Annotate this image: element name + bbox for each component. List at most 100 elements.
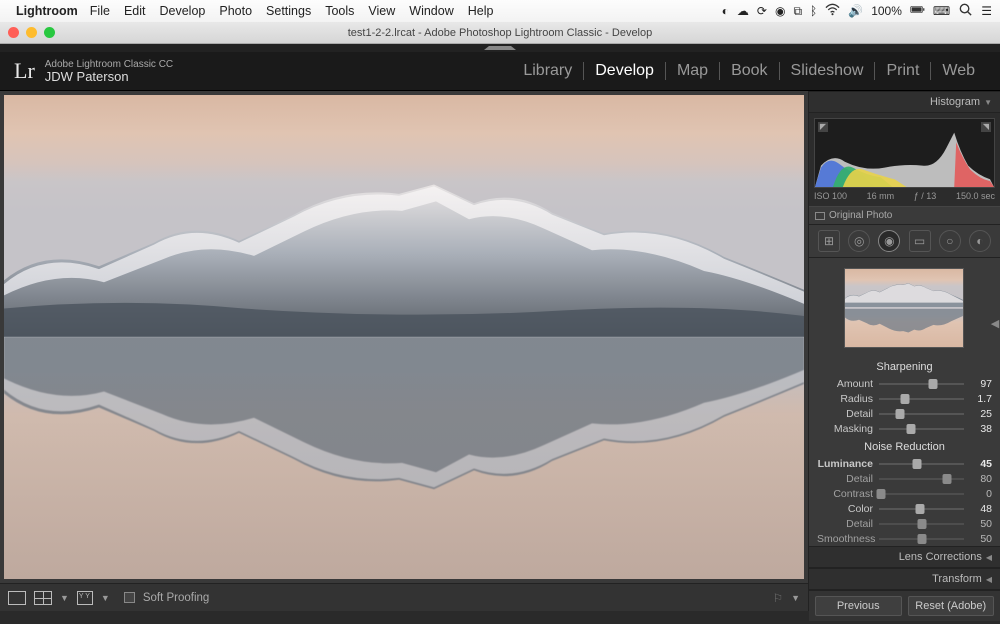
- nr-lum-detail-slider[interactable]: [879, 474, 964, 484]
- menu-settings[interactable]: Settings: [266, 4, 311, 18]
- sharpening-masking-slider[interactable]: [879, 424, 964, 434]
- window-title: test1-2-2.lrcat - Adobe Photoshop Lightr…: [348, 27, 653, 39]
- module-map[interactable]: Map: [666, 62, 720, 80]
- menu-file[interactable]: File: [90, 4, 110, 18]
- sharpening-radius-slider[interactable]: [879, 394, 964, 404]
- sharpening-amount-slider[interactable]: [879, 379, 964, 389]
- sharpening-radius-row: Radius1.7: [809, 391, 1000, 406]
- nr-luminance-slider[interactable]: [879, 459, 964, 469]
- menu-window[interactable]: Window: [409, 4, 453, 18]
- menubar-battery-icon[interactable]: [910, 2, 925, 20]
- sharpening-amount-row: Amount97: [809, 376, 1000, 391]
- spot-removal-tool-button[interactable]: ◎: [848, 230, 870, 252]
- lens-corrections-panel-header[interactable]: Lens Corrections◀: [809, 546, 1000, 568]
- sharpening-detail-slider[interactable]: [879, 409, 964, 419]
- identity-plate-line2: JDW Paterson: [45, 71, 173, 83]
- nr-color-detail-slider[interactable]: [879, 519, 964, 529]
- menubar-dnd-icon[interactable]: ◐: [722, 4, 729, 18]
- right-panel-toggle[interactable]: ◀: [990, 312, 1000, 334]
- menu-develop[interactable]: Develop: [160, 4, 206, 18]
- module-print[interactable]: Print: [875, 62, 931, 80]
- nr-color-detail-label: Detail: [817, 518, 873, 530]
- window-controls: [8, 27, 55, 38]
- develop-canvas-area: ▼ Y Y ▼ Soft Proofing ⚐ ▼: [0, 91, 808, 611]
- highlight-clipping-toggle[interactable]: ◥: [981, 122, 991, 132]
- loupe-view-button[interactable]: [8, 591, 26, 605]
- module-web[interactable]: Web: [931, 62, 986, 80]
- menubar-cloud-icon[interactable]: ☁: [737, 4, 749, 18]
- menubar-volume-icon[interactable]: 🔊: [848, 4, 863, 18]
- before-after-view-button[interactable]: [34, 591, 52, 605]
- nr-smoothness-slider[interactable]: [879, 534, 964, 544]
- toolbar-flag-icon[interactable]: ⚐: [773, 591, 783, 605]
- sharpening-detail-value[interactable]: 25: [970, 408, 992, 420]
- detail-preview-thumbnail[interactable]: [844, 268, 964, 348]
- transform-panel-header[interactable]: Transform◀: [809, 568, 1000, 590]
- nr-luminance-row: Luminance45: [809, 456, 1000, 471]
- before-after-options-chevron[interactable]: ▼: [60, 593, 69, 603]
- nr-color-value[interactable]: 48: [970, 503, 992, 515]
- nr-lum-contrast-row: Contrast0: [809, 486, 1000, 501]
- menubar-shield-icon[interactable]: ◉: [775, 4, 785, 18]
- original-photo-toggle[interactable]: Original Photo: [809, 206, 1000, 224]
- crop-tool-button[interactable]: ⊞: [818, 230, 840, 252]
- sharpening-masking-value[interactable]: 38: [970, 423, 992, 435]
- menubar-bluetooth-icon[interactable]: ᛒ: [810, 4, 817, 18]
- menubar-dropbox-icon[interactable]: ⧉: [793, 4, 802, 19]
- menubar-keyboard-icon[interactable]: ⌨: [933, 4, 950, 18]
- menubar-search-icon[interactable]: [958, 2, 973, 20]
- identity-plate[interactable]: Adobe Lightroom Classic CC JDW Paterson: [45, 59, 173, 83]
- adjustment-brush-button[interactable]: ◐: [969, 230, 991, 252]
- menubar-battery-percent: 100%: [871, 4, 902, 18]
- previous-button[interactable]: Previous: [815, 596, 902, 616]
- detail-preview-area: [809, 258, 1000, 356]
- histogram-panel-header[interactable]: Histogram▼: [809, 91, 1000, 113]
- soft-proofing-label: Soft Proofing: [143, 592, 209, 604]
- nr-color-row: Color48: [809, 501, 1000, 516]
- develop-footer-buttons: Previous Reset (Adobe): [809, 590, 1000, 621]
- toolbar-options-chevron[interactable]: ▼: [791, 593, 800, 603]
- main-photo[interactable]: [4, 95, 804, 579]
- window-minimize-button[interactable]: [26, 27, 37, 38]
- module-develop[interactable]: Develop: [584, 62, 666, 80]
- nr-lum-contrast-slider[interactable]: [879, 489, 964, 499]
- sharpening-detail-row: Detail25: [809, 406, 1000, 421]
- reference-view-button[interactable]: Y Y: [77, 591, 93, 605]
- histogram-panel: ◤ ◥ ISO 100 16 mm ƒ / 13 150.0 sec: [809, 113, 1000, 206]
- graduated-filter-button[interactable]: ▭: [909, 230, 931, 252]
- original-photo-icon: [815, 212, 825, 220]
- module-nav: Library Develop Map Book Slideshow Print…: [512, 62, 986, 80]
- redeye-tool-button[interactable]: ◉: [878, 230, 900, 252]
- module-book[interactable]: Book: [720, 62, 779, 80]
- shadow-clipping-toggle[interactable]: ◤: [818, 122, 828, 132]
- menu-view[interactable]: View: [368, 4, 395, 18]
- app-menu[interactable]: Lightroom: [16, 4, 78, 18]
- menu-edit[interactable]: Edit: [124, 4, 146, 18]
- sharpening-radius-value[interactable]: 1.7: [970, 393, 992, 405]
- nr-lum-detail-value[interactable]: 80: [970, 473, 992, 485]
- soft-proofing-checkbox[interactable]: [124, 592, 135, 603]
- menubar-sync-icon[interactable]: ⟳: [757, 4, 767, 18]
- menu-tools[interactable]: Tools: [325, 4, 354, 18]
- nr-color-slider[interactable]: [879, 504, 964, 514]
- sharpening-amount-value[interactable]: 97: [970, 378, 992, 390]
- menubar-wifi-icon[interactable]: [825, 2, 840, 20]
- nr-color-detail-value[interactable]: 50: [970, 518, 992, 530]
- nr-lum-detail-row: Detail80: [809, 471, 1000, 486]
- module-slideshow[interactable]: Slideshow: [780, 62, 876, 80]
- window-zoom-button[interactable]: [44, 27, 55, 38]
- reference-view-chevron[interactable]: ▼: [101, 593, 110, 603]
- nr-smoothness-value[interactable]: 50: [970, 533, 992, 545]
- reset-button[interactable]: Reset (Adobe): [908, 596, 995, 616]
- menu-help[interactable]: Help: [468, 4, 494, 18]
- menu-photo[interactable]: Photo: [219, 4, 252, 18]
- top-panel-collapse-handle[interactable]: [0, 44, 1000, 52]
- histogram-graph[interactable]: ◤ ◥: [814, 118, 995, 188]
- develop-tool-strip: ⊞ ◎ ◉ ▭ ○ ◐: [809, 224, 1000, 258]
- nr-lum-contrast-value[interactable]: 0: [970, 488, 992, 500]
- window-close-button[interactable]: [8, 27, 19, 38]
- radial-filter-button[interactable]: ○: [939, 230, 961, 252]
- nr-luminance-value[interactable]: 45: [970, 458, 992, 470]
- module-library[interactable]: Library: [512, 62, 584, 80]
- menubar-menu-icon[interactable]: ☰: [981, 4, 992, 18]
